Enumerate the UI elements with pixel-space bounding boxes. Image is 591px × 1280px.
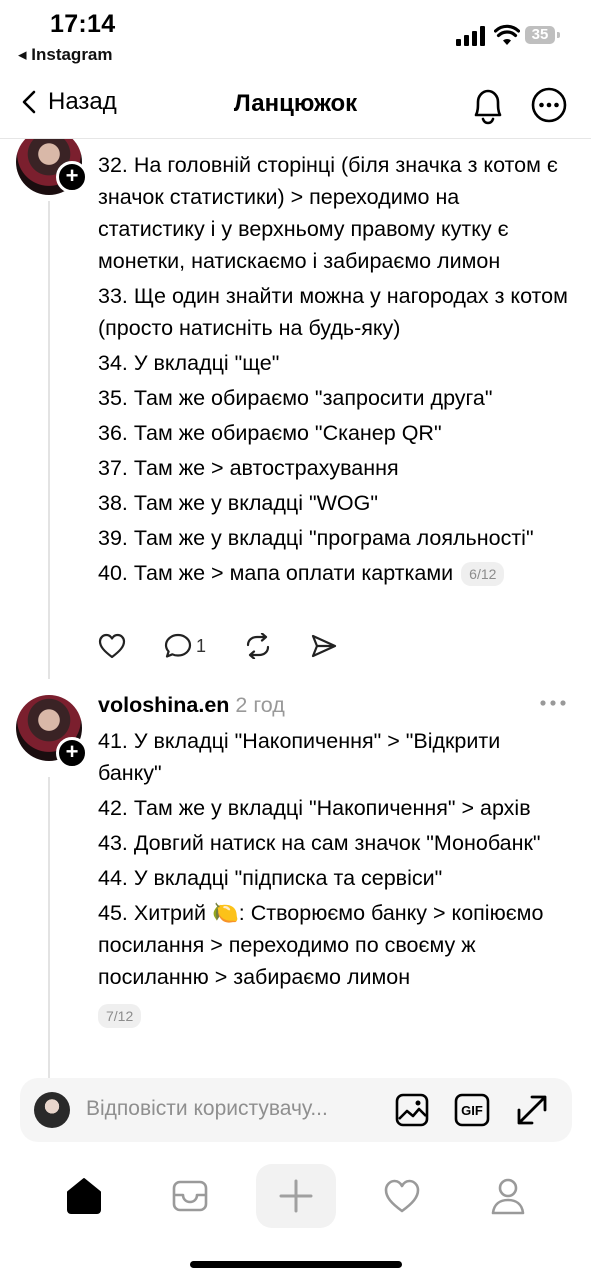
username[interactable]: voloshina.en bbox=[98, 693, 229, 717]
post-text: 32. На головній сторінці (біля значка з … bbox=[98, 149, 568, 592]
send-icon bbox=[311, 634, 337, 658]
post-text: 41. У вкладці "Накопичення" > "Відкрити … bbox=[98, 725, 568, 1034]
post-line: 7/12 bbox=[98, 999, 568, 1031]
thread-line bbox=[48, 201, 50, 679]
nav-header: Назад Ланцюжок bbox=[0, 78, 591, 139]
thread[interactable]: + 32. На головній сторінці (біля значка … bbox=[0, 139, 591, 1079]
post-line: 42. Там же у вкладці "Накопичення" > арх… bbox=[98, 796, 531, 820]
bottom-tab-bar bbox=[0, 1160, 591, 1240]
bell-icon[interactable] bbox=[468, 85, 508, 127]
more-dots-icon[interactable] bbox=[540, 699, 566, 707]
post-author[interactable]: voloshina.en 2 год bbox=[98, 693, 285, 718]
post-line: 41. У вкладці "Накопичення" > "Відкрити … bbox=[98, 729, 501, 785]
comment-icon bbox=[164, 633, 192, 658]
reply-input[interactable] bbox=[86, 1097, 386, 1121]
post-line: 44. У вкладці "підписка та сервіси" bbox=[98, 866, 443, 890]
post-actions: 1 bbox=[98, 633, 376, 659]
post-line: 40. Там же > мапа оплати картками 6/12 bbox=[98, 557, 568, 589]
repost-icon bbox=[246, 633, 270, 659]
like-button[interactable] bbox=[98, 633, 126, 659]
post-line: 37. Там же > автострахування bbox=[98, 456, 399, 480]
share-button[interactable] bbox=[310, 633, 338, 659]
thread-line bbox=[48, 777, 50, 1079]
inbox-icon[interactable] bbox=[171, 1178, 209, 1214]
status-bar: 17:14 ◂ Instagram 35 bbox=[0, 0, 591, 78]
wifi-icon bbox=[494, 24, 520, 45]
status-time: 17:14 bbox=[50, 10, 116, 38]
reply-button[interactable]: 1 bbox=[164, 633, 206, 659]
post-time: 2 год bbox=[235, 693, 285, 717]
gif-icon[interactable]: GIF bbox=[454, 1092, 490, 1128]
post-line: 43. Довгий натиск на сам значок "Монобан… bbox=[98, 831, 541, 855]
profile-icon[interactable] bbox=[490, 1176, 526, 1216]
thread-pager-badge: 6/12 bbox=[461, 562, 505, 587]
follow-plus-icon[interactable]: + bbox=[56, 161, 88, 193]
home-icon[interactable] bbox=[64, 1176, 104, 1216]
heart-icon bbox=[98, 633, 126, 659]
post-line: 34. У вкладці "ще" bbox=[98, 351, 280, 375]
more-options-icon[interactable] bbox=[530, 86, 568, 124]
post-line: 35. Там же обираємо "запросити друга" bbox=[98, 386, 493, 410]
signal-icon bbox=[456, 26, 485, 46]
current-user-avatar bbox=[34, 1092, 70, 1128]
back-to-app-link[interactable]: ◂ Instagram bbox=[18, 45, 113, 65]
post-line: 38. Там же у вкладці "WOG" bbox=[98, 491, 378, 515]
post-line: 36. Там же обираємо "Сканер QR" bbox=[98, 421, 442, 445]
post-line: 39. Там же у вкладці "програма лояльност… bbox=[98, 526, 534, 550]
thread-pager-badge: 7/12 bbox=[98, 1004, 142, 1029]
post-line: 32. На головній сторінці (біля значка з … bbox=[98, 153, 558, 273]
post-line: 33. Ще один знайти можна у нагородах з к… bbox=[98, 284, 568, 340]
repost-button[interactable] bbox=[244, 633, 272, 659]
follow-plus-icon[interactable]: + bbox=[56, 737, 88, 769]
reply-bar: GIF bbox=[20, 1078, 572, 1142]
post-line-text: 40. Там же > мапа оплати картками bbox=[98, 561, 454, 585]
home-indicator bbox=[190, 1261, 402, 1268]
image-icon[interactable] bbox=[394, 1092, 430, 1128]
reply-count: 1 bbox=[196, 635, 207, 656]
plus-icon bbox=[279, 1179, 313, 1213]
battery-indicator: 35 bbox=[525, 26, 560, 44]
post-line: 45. Хитрий 🍋: Створюємо банку > копіюємо… bbox=[98, 901, 544, 989]
svg-text:GIF: GIF bbox=[461, 1103, 483, 1118]
expand-icon[interactable] bbox=[514, 1092, 550, 1128]
create-post-button[interactable] bbox=[256, 1164, 336, 1228]
heart-icon[interactable] bbox=[383, 1178, 421, 1214]
